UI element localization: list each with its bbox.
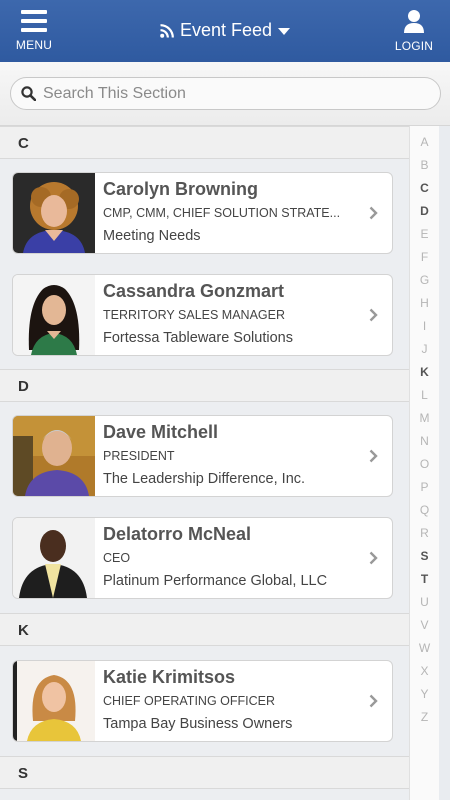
- event-feed-dropdown[interactable]: Event Feed: [0, 20, 450, 41]
- alpha-index-letter[interactable]: K: [410, 361, 439, 384]
- chevron-right-icon: [369, 551, 378, 565]
- section-divider-d: D: [0, 369, 410, 402]
- chevron-right-icon: [369, 206, 378, 220]
- search-box[interactable]: [10, 77, 441, 110]
- alpha-index-letter[interactable]: L: [410, 384, 439, 407]
- person-name: Carolyn Browning: [103, 179, 259, 199]
- person-photo: [13, 173, 95, 253]
- alpha-index-letter[interactable]: D: [410, 200, 439, 223]
- alpha-index-letter[interactable]: Q: [410, 499, 439, 522]
- alpha-index-letter[interactable]: S: [410, 545, 439, 568]
- section-divider-c: C: [0, 126, 410, 159]
- person-company: Fortessa Tableware Solutions: [103, 330, 293, 346]
- rss-icon: [160, 23, 174, 38]
- person-title: CEO: [103, 551, 131, 565]
- alpha-index-letter[interactable]: C: [410, 177, 439, 200]
- person-title: CMP, CMM, CHIEF SOLUTION STRATE...: [103, 206, 341, 220]
- person-company: The Leadership Difference, Inc.: [103, 471, 306, 487]
- person-company: Meeting Needs: [103, 228, 201, 244]
- person-title: CHIEF OPERATING OFFICER: [103, 694, 275, 708]
- section-s: [0, 789, 410, 800]
- alpha-index-letter[interactable]: U: [410, 591, 439, 614]
- section-k: Katie Krimitsos CHIEF OPERATING OFFICER …: [0, 646, 410, 756]
- alpha-index-letter[interactable]: B: [410, 154, 439, 177]
- person-photo: [13, 416, 95, 496]
- person-card[interactable]: Carolyn Browning CMP, CMM, CHIEF SOLUTIO…: [12, 172, 393, 254]
- alpha-index-letter[interactable]: P: [410, 476, 439, 499]
- caret-down-icon: [278, 28, 291, 35]
- person-photo: [13, 518, 95, 598]
- alpha-index-letter[interactable]: O: [410, 453, 439, 476]
- chevron-right-icon: [369, 449, 378, 463]
- login-label: LOGIN: [394, 39, 434, 53]
- alpha-index-letter[interactable]: A: [410, 131, 439, 154]
- section-divider-k: K: [0, 613, 410, 646]
- alpha-index-letter[interactable]: M: [410, 407, 439, 430]
- person-title: PRESIDENT: [103, 449, 175, 463]
- person-name: Cassandra Gonzmart: [103, 281, 285, 301]
- alpha-index-letter[interactable]: T: [410, 568, 439, 591]
- user-icon: [404, 10, 424, 33]
- section-divider-s: S: [0, 756, 410, 789]
- search-bar-area: [0, 62, 450, 126]
- page-title: Event Feed: [179, 20, 273, 40]
- alpha-index-letter[interactable]: E: [410, 223, 439, 246]
- person-name: Delatorro McNeal: [103, 524, 252, 544]
- alpha-index-letter[interactable]: Y: [410, 683, 439, 706]
- person-photo: [13, 661, 95, 741]
- alpha-index-letter[interactable]: W: [410, 637, 439, 660]
- person-title: TERRITORY SALES MANAGER: [103, 308, 285, 322]
- alpha-index-letter[interactable]: N: [410, 430, 439, 453]
- alpha-index-letter[interactable]: H: [410, 292, 439, 315]
- person-name: Dave Mitchell: [103, 422, 219, 442]
- person-card[interactable]: Katie Krimitsos CHIEF OPERATING OFFICER …: [12, 660, 393, 742]
- person-company: Tampa Bay Business Owners: [103, 716, 293, 732]
- person-name: Katie Krimitsos: [103, 667, 236, 687]
- person-photo: [13, 275, 95, 355]
- section-c: Carolyn Browning CMP, CMM, CHIEF SOLUTIO…: [0, 159, 410, 369]
- chevron-right-icon: [369, 694, 378, 708]
- people-list: C Carolyn Browning CMP, CMM, CHIEF SOLUT…: [0, 126, 410, 800]
- alpha-index-letter[interactable]: Z: [410, 706, 439, 729]
- login-button[interactable]: LOGIN: [390, 8, 438, 56]
- chevron-right-icon: [369, 308, 378, 322]
- search-input[interactable]: [43, 84, 413, 103]
- person-card[interactable]: Cassandra Gonzmart TERRITORY SALES MANAG…: [12, 274, 393, 356]
- alpha-index-letter[interactable]: I: [410, 315, 439, 338]
- alpha-index-letter[interactable]: G: [410, 269, 439, 292]
- person-card[interactable]: Dave Mitchell PRESIDENT The Leadership D…: [12, 415, 393, 497]
- alpha-index-letter[interactable]: V: [410, 614, 439, 637]
- search-icon: [21, 86, 36, 101]
- alpha-index-letter[interactable]: F: [410, 246, 439, 269]
- person-card[interactable]: Delatorro McNeal CEO Platinum Performanc…: [12, 517, 393, 599]
- top-nav-bar: MENU Event Feed LOGIN: [0, 0, 450, 62]
- alpha-index-letter[interactable]: R: [410, 522, 439, 545]
- alpha-index-letter[interactable]: J: [410, 338, 439, 361]
- person-company: Platinum Performance Global, LLC: [103, 573, 328, 589]
- alpha-index-letter[interactable]: X: [410, 660, 439, 683]
- section-d: Dave Mitchell PRESIDENT The Leadership D…: [0, 402, 410, 613]
- alphabet-index[interactable]: ABCDEFGHIJKLMNOPQRSTUVWXYZ: [409, 126, 439, 800]
